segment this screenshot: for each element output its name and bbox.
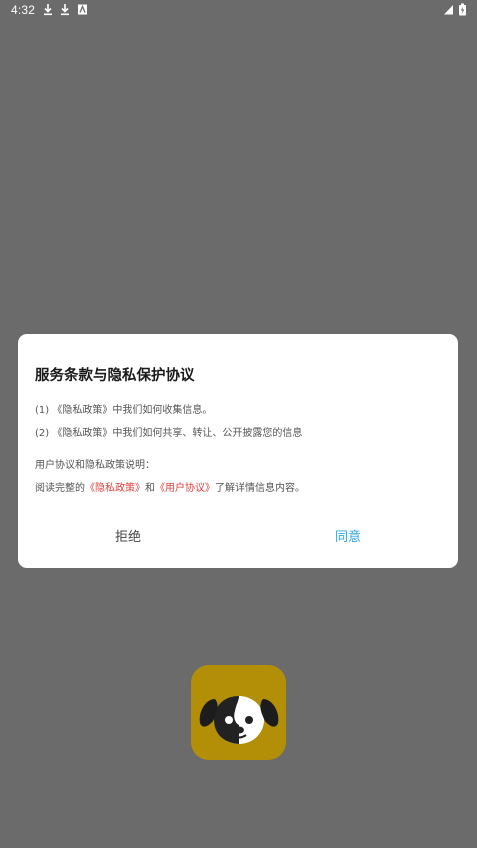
dialog-text-line: 用户协议和隐私政策说明： [35, 460, 155, 471]
agree-button[interactable]: 同意 [238, 520, 458, 556]
dialog-text-line: (2) 《隐私政策》中我们如何共享、转让、公开披露您的信息 [35, 428, 303, 439]
battery-icon [458, 3, 467, 16]
accessibility-icon [77, 3, 89, 16]
dialog-read-full-line: 阅读完整的《隐私政策》和《用户协议》了解详情信息内容。 [35, 479, 305, 494]
status-time: 4:32 [11, 3, 36, 17]
read-full-prefix: 阅读完整的 [35, 483, 85, 494]
conjunction-text: 和 [145, 483, 155, 494]
download-icon [42, 3, 54, 16]
dog-face-icon [191, 665, 286, 760]
read-full-suffix: 了解详情信息内容。 [215, 483, 305, 494]
privacy-dialog: 服务条款与隐私保护协议 (1) 《隐私政策》中我们如何收集信息。 (2) 《隐私… [18, 334, 458, 568]
signal-icon [443, 3, 455, 16]
reject-button[interactable]: 拒绝 [18, 520, 238, 556]
dialog-text-line: (1) 《隐私政策》中我们如何收集信息。 [35, 405, 213, 416]
download-icon [59, 3, 71, 16]
status-bar: 4:32 [0, 0, 477, 20]
dialog-title: 服务条款与隐私保护协议 [35, 368, 195, 384]
privacy-policy-link[interactable]: 《隐私政策》 [85, 483, 145, 494]
user-agreement-link[interactable]: 《用户协议》 [155, 483, 215, 494]
